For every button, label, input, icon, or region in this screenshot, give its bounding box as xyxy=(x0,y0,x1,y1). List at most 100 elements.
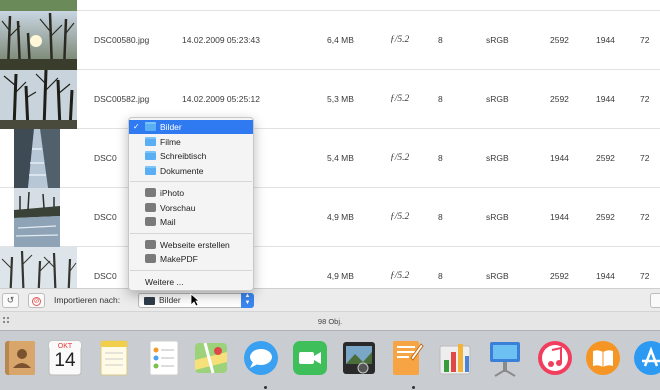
menu-separator xyxy=(130,232,252,234)
pdf-icon xyxy=(145,254,156,263)
reminders-icon[interactable] xyxy=(146,338,182,378)
image-thumbnail[interactable] xyxy=(0,0,77,11)
file-size-cell: 4,9 MB xyxy=(327,271,354,281)
menu-item-label: Filme xyxy=(160,136,181,147)
menu-item-label: Dokumente xyxy=(160,165,204,176)
table-row[interactable]: DSC00582.jpg 14.02.2009 05:25:12 5,3 MB ƒ/5… xyxy=(0,70,660,129)
photo-booth-icon[interactable] xyxy=(341,338,377,378)
aperture-cell: ƒ/5.2 xyxy=(390,94,410,104)
table-row[interactable]: DSC00580.jpg 14.02.2009 05:23:43 6,4 MB ƒ/5… xyxy=(0,11,660,70)
height-cell: 2592 xyxy=(596,153,615,163)
table-row[interactable] xyxy=(0,0,660,11)
chevron-updown-icon: ▲ ▼ xyxy=(241,293,254,308)
mail-icon xyxy=(145,217,156,226)
bit-depth-cell: 8 xyxy=(438,94,443,104)
aperture-cell: ƒ/5.2 xyxy=(390,153,410,163)
table-row[interactable]: DSC0:565,4 MBƒ/5.28sRGB1944259272 xyxy=(0,129,660,188)
menu-item-label: Vorschau xyxy=(160,202,196,213)
calendar-day: 14 xyxy=(54,350,76,371)
itunes-icon[interactable] xyxy=(537,338,573,378)
dpi-cell: 72 xyxy=(640,94,650,104)
file-size-cell: 6,4 MB xyxy=(327,35,354,45)
item-count: 98 Obj. xyxy=(317,317,343,326)
notes-icon[interactable] xyxy=(96,338,132,378)
messages-icon[interactable] xyxy=(243,338,279,378)
width-cell: 2592 xyxy=(550,271,569,281)
menu-item-weitere[interactable]: Weitere ... xyxy=(129,275,253,289)
app-store-icon[interactable] xyxy=(633,338,660,378)
bottom-toolbar: ↺ ⊘ Importieren nach: Bilder ▲ ▼ xyxy=(0,288,660,311)
menu-item-bilder[interactable]: ✓ Bilder xyxy=(129,120,253,134)
import-button[interactable] xyxy=(650,293,660,308)
file-size-cell: 5,4 MB xyxy=(327,153,354,163)
file-name-cell: DSC0 xyxy=(94,212,117,222)
preview-icon xyxy=(145,202,156,212)
menu-item-label: Webseite erstellen xyxy=(160,239,230,250)
folder-icon xyxy=(144,297,155,305)
image-thumbnail[interactable] xyxy=(0,11,77,70)
aperture-cell: ƒ/5.2 xyxy=(390,35,410,45)
rotate-icon: ↺ xyxy=(6,295,15,305)
menu-item-webseite-erstellen[interactable]: Webseite erstellen xyxy=(129,238,253,252)
running-indicator xyxy=(412,386,415,389)
aperture-cell: ƒ/5.2 xyxy=(390,212,410,222)
contacts-icon[interactable] xyxy=(2,338,38,378)
maps-icon[interactable] xyxy=(193,338,229,378)
bit-depth-cell: 8 xyxy=(438,35,443,45)
menu-item-mail[interactable]: Mail xyxy=(129,215,253,229)
aperture-cell: ƒ/5.2 xyxy=(390,271,410,281)
menu-item-schreibtisch[interactable]: Schreibtisch xyxy=(129,149,253,163)
menu-item-vorschau[interactable]: Vorschau xyxy=(129,201,253,215)
menu-item-label: Weitere ... xyxy=(145,276,184,287)
file-name-cell: DSC0 xyxy=(94,271,117,281)
image-thumbnail[interactable] xyxy=(0,70,77,129)
dpi-cell: 72 xyxy=(640,212,650,222)
pages-icon[interactable] xyxy=(389,338,425,378)
menu-item-makepdf[interactable]: MakePDF xyxy=(129,252,253,266)
table-row[interactable]: DSC0:314,9 MBƒ/5.28sRGB1944259272 xyxy=(0,188,660,247)
delete-button[interactable]: ⊘ xyxy=(28,293,45,308)
file-name-cell: DSC00580.jpg xyxy=(94,35,150,45)
web-icon xyxy=(145,239,156,249)
menu-item-label: Schreibtisch xyxy=(160,151,207,161)
ibooks-icon[interactable] xyxy=(585,338,621,378)
dock: OKT 14 xyxy=(0,330,660,390)
menu-item-filme[interactable]: Filme xyxy=(129,135,253,149)
calendar-icon[interactable]: OKT 14 xyxy=(47,338,83,378)
bit-depth-cell: 8 xyxy=(438,271,443,281)
numbers-icon[interactable] xyxy=(437,338,473,378)
keynote-icon[interactable] xyxy=(487,338,523,378)
menu-item-iphoto[interactable]: iPhoto xyxy=(129,186,253,200)
height-cell: 2592 xyxy=(596,212,615,222)
width-cell: 1944 xyxy=(550,153,569,163)
bit-depth-cell: 8 xyxy=(438,153,443,163)
running-indicator xyxy=(264,386,267,389)
facetime-icon[interactable] xyxy=(292,338,328,378)
calendar-month: OKT xyxy=(57,343,73,350)
folder-icon xyxy=(145,151,156,160)
menu-item-dokumente[interactable]: Dokumente xyxy=(129,164,253,178)
folder-icon xyxy=(145,122,156,131)
color-space-cell: sRGB xyxy=(486,271,509,281)
checkmark-icon: ✓ xyxy=(133,122,140,131)
table-row[interactable]: DSC0:574,9 MBƒ/5.28sRGB2592194472 xyxy=(0,247,660,288)
width-cell: 2592 xyxy=(550,35,569,45)
image-thumbnail[interactable] xyxy=(14,188,60,247)
status-bar: 98 Obj. xyxy=(0,311,660,330)
color-space-cell: sRGB xyxy=(486,35,509,45)
color-space-cell: sRGB xyxy=(486,212,509,222)
dpi-cell: 72 xyxy=(640,35,650,45)
image-thumbnail[interactable] xyxy=(0,247,77,288)
height-cell: 1944 xyxy=(596,271,615,281)
dpi-cell: 72 xyxy=(640,153,650,163)
menu-separator xyxy=(130,181,252,182)
rotate-button[interactable]: ↺ xyxy=(2,293,19,308)
height-cell: 1944 xyxy=(596,94,615,104)
image-thumbnail[interactable] xyxy=(14,129,60,188)
delete-icon: ⊘ xyxy=(32,297,41,306)
menu-separator xyxy=(130,269,252,271)
image-table: DSC00580.jpg 14.02.2009 05:23:43 6,4 MB ƒ/5… xyxy=(0,0,660,288)
folder-icon xyxy=(145,165,156,175)
iphoto-icon xyxy=(145,188,156,197)
width-cell: 2592 xyxy=(550,94,569,104)
